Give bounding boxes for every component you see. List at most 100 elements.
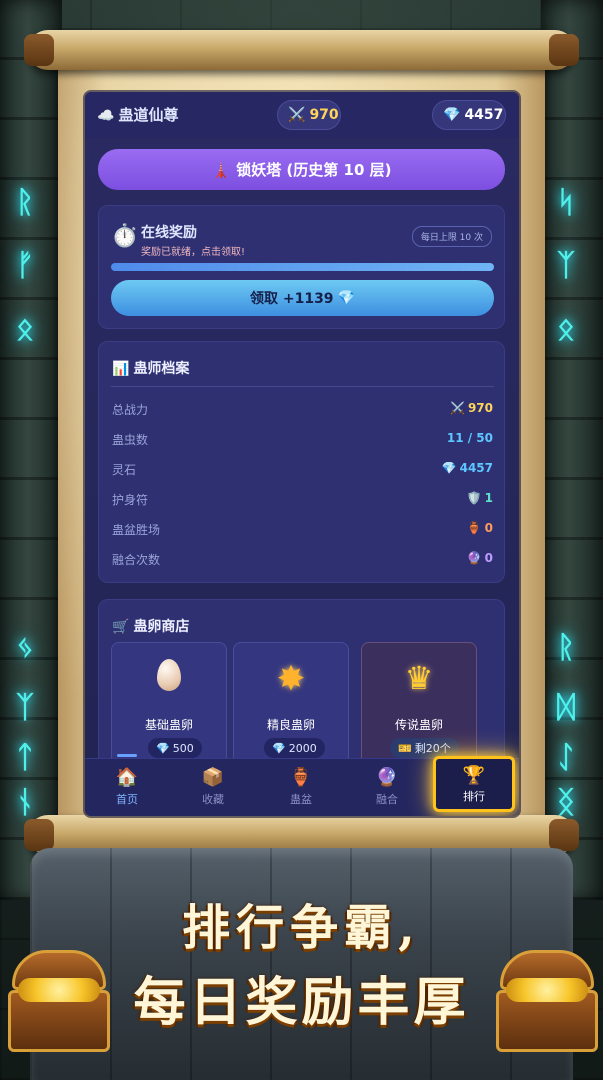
bar-chart-icon: 📊 [112,361,130,377]
nav-ranking-highlighted[interactable]: 🏆 排行 [433,756,515,812]
stat-value: 🔮 0 [467,551,493,565]
item-name: 传说蛊卵 [394,718,443,732]
divider [111,386,494,387]
price-value: 2000 [288,741,317,755]
power-badge[interactable]: ⚔️ 970 [277,100,341,130]
rune-glyph: ᛃ [16,630,34,665]
stat-row-fusions: 融合次数 🔮 0 [112,549,493,569]
stat-value: 🏺 0 [467,521,493,535]
rune-glyph: ᚾ [16,785,34,820]
gem-icon: 💎 [272,741,286,755]
treasure-chest-icon [4,950,114,1060]
nav-label: 排行 [463,790,485,803]
egg-icon [112,659,226,699]
rune-glyph: ᛉ [16,690,34,725]
reward-progress-bar [111,263,494,271]
claim-reward-button[interactable]: 领取 +1139 💎 [111,280,494,316]
nav-home[interactable]: 🏠 首页 [85,759,169,816]
gem-icon: 💎 [441,461,457,475]
stat-label: 融合次数 [112,553,161,567]
stat-row-pot-wins: 蛊盆胜场 🏺 0 [112,519,493,539]
shop-title: 蛊卵商店 [133,619,190,635]
rune-glyph: ᚠ [16,248,34,283]
stat-value: 11 / 50 [447,431,493,445]
stat-value-text: 4457 [459,461,493,475]
scroll-rod-top [24,30,579,70]
gem-value: 4457 [464,107,504,123]
right-stone-pillar: ᛋ ᛉ ᛟ ᚱ ᛞ ᛇ ᛝ [541,0,603,900]
tower-button-label: 锁妖塔 (历史第 10 层) [236,161,392,179]
nav-label: 融合 [376,793,398,806]
rune-glyph: ᛋ [557,185,575,220]
trophy-icon: 🏆 [462,765,486,786]
rune-glyph: ᛞ [557,690,575,725]
active-tab-indicator [117,754,137,757]
online-reward-title: 在线奖励 [141,225,197,241]
box-icon: 📦 [201,767,225,788]
game-title: ☁️ 蛊道仙尊 [97,104,178,125]
rune-glyph: ᛇ [557,740,575,775]
item-price[interactable]: 🎫 剩20个 [390,738,459,758]
home-icon: 🏠 [115,767,139,788]
gem-icon: 💎 [337,290,355,306]
stat-label: 总战力 [112,403,149,417]
nav-pot[interactable]: 🏺 蛊盆 [259,759,343,816]
tower-icon: 🗼 [211,160,231,179]
stat-row-bug-count: 蛊虫数 11 / 50 [112,429,493,449]
player-profile-card: 📊 蛊师档案 总战力 ⚔️ 970 蛊虫数 11 / 50 灵石 💎 4457 护身符… [98,341,505,583]
rune-glyph: ᛉ [557,248,575,283]
online-reward-subtitle: 奖励已就绪，点击领取! [141,247,246,258]
stat-row-power: 总战力 ⚔️ 970 [112,399,493,419]
stat-value-text: 1 [484,491,493,505]
crystal-ball-icon: 🔮 [375,767,399,788]
stat-value-text: 970 [467,401,493,415]
online-reward-card: ⏱️ 在线奖励 奖励已就绪，点击领取! 每日上限 10 次 领取 +1139 💎 [98,205,505,329]
game-screen: ☁️ 蛊道仙尊 ⚔️ 970 💎 4457 🗼 锁妖塔 (历史第 10 层) ⏱️… [85,92,519,816]
top-bar: ☁️ 蛊道仙尊 ⚔️ 970 💎 4457 [85,92,519,138]
stat-value-text: 11 / 50 [446,431,493,445]
swords-icon: ⚔️ [288,107,306,123]
nav-label: 首页 [116,793,138,806]
claim-label: 领取 +1139 [249,291,334,307]
rune-glyph: ᚱ [557,630,575,665]
item-price[interactable]: 💎 2000 [264,738,325,758]
rune-glyph: ᛏ [16,740,34,775]
rune-glyph: ᛟ [16,312,34,347]
stopwatch-icon: ⏱️ [111,224,139,249]
daily-limit-badge: 每日上限 10 次 [411,226,492,247]
stat-label: 护身符 [112,493,149,507]
cart-icon: 🛒 [112,619,130,635]
nav-fusion[interactable]: 🔮 融合 [345,759,429,816]
item-price[interactable]: 💎 500 [148,738,202,758]
item-name: 基础蛊卵 [144,718,193,732]
star-icon: ✸ [276,659,306,699]
ticket-icon: 🎫 [398,741,412,755]
power-value: 970 [309,107,339,123]
rune-glyph: ᛟ [557,312,575,347]
shop-item-fine-egg[interactable]: ✸ 精良蛊卵 💎 2000 [233,642,349,772]
slogan-line-1: 排行争霸, [182,900,421,956]
rune-glyph: ᚱ [16,185,34,220]
nav-collection[interactable]: 📦 收藏 [171,759,255,816]
cloud-icon: ☁️ [97,108,115,124]
price-value: 500 [172,741,194,755]
stat-row-amulet: 护身符 🛡️ 1 [112,489,493,509]
nav-label: 收藏 [202,793,224,806]
left-stone-pillar: ᚱ ᚠ ᛟ ᛃ ᛉ ᛏ ᚾ [0,0,62,900]
treasure-chest-icon [492,950,602,1060]
stat-value-text: 0 [484,551,493,565]
swords-icon: ⚔️ [449,401,465,415]
shop-item-basic-egg[interactable]: 基础蛊卵 💎 500 [111,642,227,772]
price-value: 剩20个 [414,742,451,755]
pot-icon: 🏺 [466,521,482,535]
stat-value: 🛡️ 1 [467,491,493,505]
shop-heading: 🛒 蛊卵商店 [112,616,189,636]
stat-value: ⚔️ 970 [450,401,493,415]
lock-demon-tower-button[interactable]: 🗼 锁妖塔 (历史第 10 层) [98,149,505,190]
gem-badge[interactable]: 💎 4457 [432,100,506,130]
stat-value: 💎 4457 [442,461,493,475]
item-name: 精良蛊卵 [266,718,315,732]
game-title-text: 蛊道仙尊 [118,106,179,124]
nav-label: 蛊盆 [290,793,312,806]
shop-item-legend-egg[interactable]: ♛ 传说蛊卵 🎫 剩20个 [361,642,477,772]
